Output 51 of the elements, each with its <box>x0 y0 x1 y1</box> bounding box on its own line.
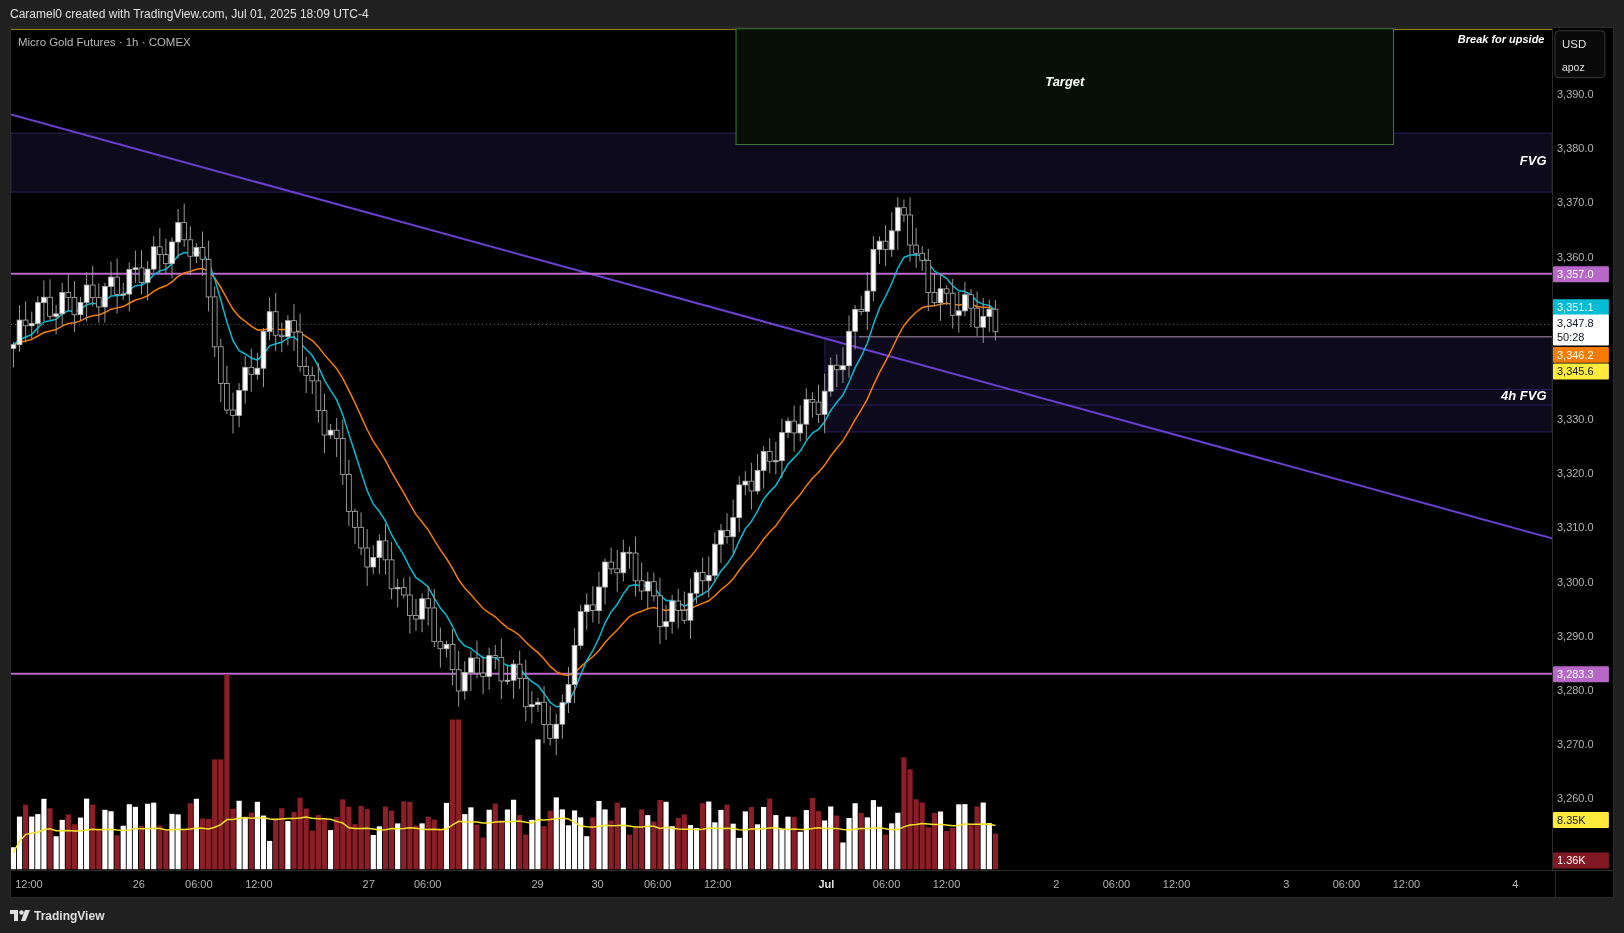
price-tick: 3,370.0 <box>1557 196 1594 209</box>
brand-name: TradingView <box>34 908 105 923</box>
time-label: 4 <box>1512 878 1519 890</box>
price-tick: 3,320.0 <box>1557 467 1594 480</box>
price-tick: 3,280.0 <box>1557 683 1594 696</box>
price-tick: 3,270.0 <box>1557 738 1594 751</box>
annotation-label: Target <box>1045 73 1085 89</box>
price-tag: 3,283.3 <box>1553 666 1609 683</box>
time-label: 12:00 <box>703 878 732 890</box>
price-tick: 3,330.0 <box>1557 413 1594 426</box>
unit-label: apoz <box>1562 61 1585 73</box>
snapshot-caption: Caramel0 created with TradingView.com, Jul 01, 2025 18:09 UTC-4 <box>10 6 369 21</box>
time-label: 2 <box>1053 878 1060 890</box>
time-label: 06:00 <box>1332 878 1361 890</box>
price-tag: 1.36K <box>1553 852 1609 869</box>
time-label: 3 <box>1283 878 1290 890</box>
price-tag: 3,357.0 <box>1553 266 1609 283</box>
time-label: 12:00 <box>1392 878 1421 890</box>
time-label: 30 <box>591 878 604 890</box>
currency-label: USD <box>1562 37 1587 50</box>
price-tick: 3,310.0 <box>1557 521 1594 534</box>
annotation-label: Break for upside <box>1457 33 1545 46</box>
time-label: 27 <box>362 878 375 890</box>
time-label: 12:00 <box>932 878 961 890</box>
price-tag: 3,351.1 <box>1553 299 1609 316</box>
time-label: 26 <box>132 878 145 890</box>
price-tick: 3,300.0 <box>1557 575 1594 588</box>
annotation-label: 4h FVG <box>1501 387 1547 403</box>
price-tick: 3,260.0 <box>1557 792 1594 805</box>
time-label: 06:00 <box>872 878 901 890</box>
time-label: 06:00 <box>413 878 442 890</box>
time-label: 12:00 <box>15 878 43 890</box>
annotation-label: FVG <box>1519 153 1547 169</box>
time-label: 06:00 <box>1102 878 1131 890</box>
price-tag: 3,346.2 <box>1553 346 1609 363</box>
time-label: 06:00 <box>643 878 672 890</box>
price-tag: 3,347.8 50:28 <box>1553 314 1609 346</box>
price-tick: 3,290.0 <box>1557 629 1594 642</box>
time-label: Jul <box>818 878 835 890</box>
currency-unit-button[interactable] <box>1554 30 1606 79</box>
price-tick: 3,360.0 <box>1557 250 1594 263</box>
price-tag: 3,345.6 <box>1553 363 1609 380</box>
time-label: 12:00 <box>1162 878 1191 890</box>
time-label: 06:00 <box>185 878 213 890</box>
logo-icon <box>10 910 30 921</box>
time-label: 29 <box>531 878 544 890</box>
symbol-legend: Micro Gold Futures · 1h · COMEX <box>18 36 191 49</box>
price-tag: 8.35K <box>1553 812 1609 829</box>
time-label: 12:00 <box>245 878 273 890</box>
price-tick: 3,390.0 <box>1557 88 1594 100</box>
price-tick: 3,380.0 <box>1557 142 1594 155</box>
